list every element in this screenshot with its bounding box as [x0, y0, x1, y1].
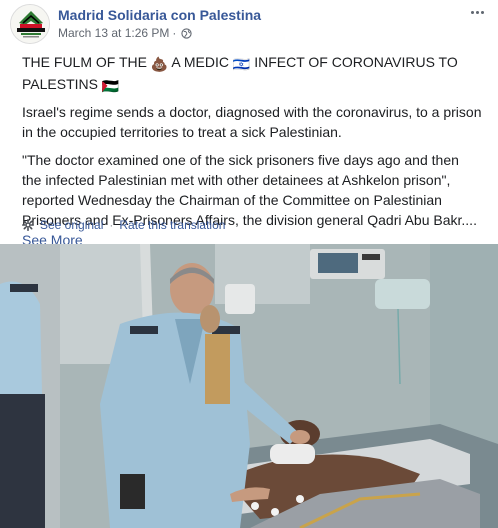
poop-emoji-icon: 💩	[150, 56, 169, 72]
meta-separator: ·	[172, 26, 177, 40]
paragraph-2-text: "The doctor examined one of the sick pri…	[22, 152, 477, 228]
palestine-flag-icon: 🇵🇸	[101, 78, 120, 94]
facebook-post: Madrid Solidaria con Palestina March 13 …	[0, 0, 498, 528]
page-avatar[interactable]	[10, 4, 50, 44]
translation-separator: ·	[109, 218, 114, 232]
see-original-link[interactable]: See original	[40, 218, 103, 232]
gear-icon[interactable]	[22, 219, 34, 231]
globe-icon[interactable]	[181, 27, 193, 39]
page-name-link[interactable]: Madrid Solidaria con Palestina	[58, 7, 261, 23]
post-meta: March 13 at 1:26 PM ·	[58, 26, 193, 40]
hospital-scene-image	[0, 244, 498, 528]
headline-text-1: THE FULM OF THE	[22, 54, 151, 70]
post-timestamp[interactable]: March 13 at 1:26 PM	[58, 26, 169, 40]
israel-flag-icon: 🇮🇱	[232, 56, 251, 72]
more-options-icon[interactable]	[466, 4, 488, 20]
post-paragraph-2: "The doctor examined one of the sick pri…	[22, 150, 482, 250]
madrid-solidaria-logo	[11, 5, 49, 43]
post-paragraph-1: Israel's regime sends a doctor, diagnose…	[22, 104, 482, 140]
post-photo[interactable]	[0, 244, 498, 528]
post-header: Madrid Solidaria con Palestina March 13 …	[10, 4, 488, 46]
headline-text-2: A MEDIC	[168, 54, 233, 70]
translation-bar: See original · Rate this translation	[22, 218, 225, 232]
post-headline: THE FULM OF THE 💩 A MEDIC 🇮🇱 INFECT OF C…	[22, 52, 482, 96]
rate-translation-link[interactable]: Rate this translation	[119, 218, 225, 232]
